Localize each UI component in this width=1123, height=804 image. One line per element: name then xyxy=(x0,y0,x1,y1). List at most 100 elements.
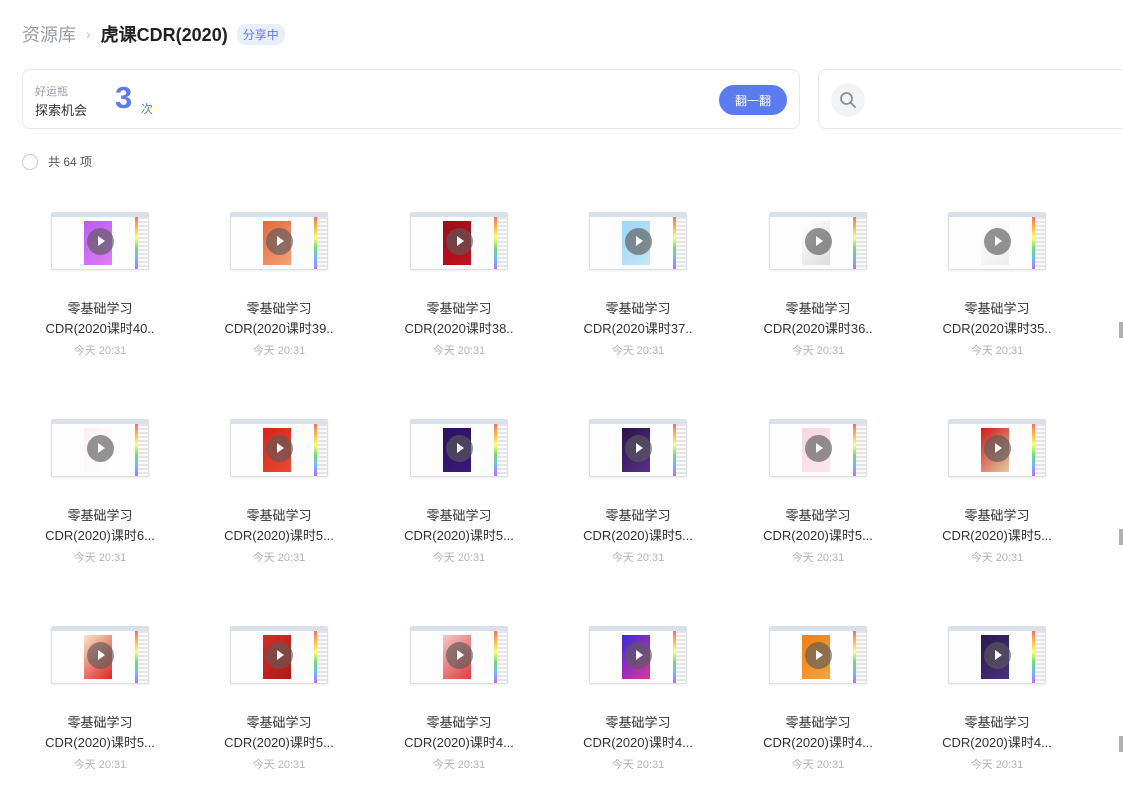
video-file-item[interactable]: 零基础学习 CDR(2020)课时4... 今天 20:31 xyxy=(917,626,1077,775)
video-file-item[interactable]: 零基础学习 CDR(2020课时38.. 今天 20:31 xyxy=(379,212,539,361)
play-icon[interactable] xyxy=(86,641,114,669)
video-thumbnail[interactable] xyxy=(51,626,149,684)
video-thumbnail[interactable] xyxy=(230,626,328,684)
play-icon[interactable] xyxy=(804,434,832,462)
play-icon[interactable] xyxy=(624,227,652,255)
video-file-item[interactable]: 零基础学习 CDR(2020)课时5... 今天 20:31 xyxy=(379,419,539,568)
file-name-line2: CDR(2020)课时5... xyxy=(224,528,334,543)
file-time: 今天 20:31 xyxy=(611,759,665,771)
file-name-line2: CDR(2020课时39.. xyxy=(224,321,334,336)
file-name-line2: CDR(2020)课时6... xyxy=(45,528,155,543)
play-icon[interactable] xyxy=(624,641,652,669)
file-name-line2: CDR(2020)课时5... xyxy=(763,528,873,543)
file-grid: 零基础学习 CDR(2020课时40.. 今天 20:31 零基础学习 CDR(2020… xyxy=(0,0,1123,804)
file-name-line1: 零基础学习 xyxy=(605,301,671,316)
video-file-item[interactable]: 零基础学习 CDR(2020课时36.. 今天 20:31 xyxy=(738,212,898,361)
file-time: 今天 20:31 xyxy=(791,552,845,564)
play-icon[interactable] xyxy=(445,641,473,669)
video-thumbnail[interactable] xyxy=(948,626,1046,684)
play-icon[interactable] xyxy=(445,434,473,462)
file-name-line1: 零基础学习 xyxy=(605,715,671,730)
file-time: 今天 20:31 xyxy=(252,552,306,564)
video-thumbnail[interactable] xyxy=(589,419,687,477)
file-name-line2: CDR(2020)课时5... xyxy=(45,735,155,750)
file-time: 今天 20:31 xyxy=(791,345,845,357)
video-file-item[interactable]: 零基础学习 CDR(2020)课时5... 今天 20:31 xyxy=(199,626,359,775)
video-file-item[interactable]: 零基础学习 CDR(2020课时40.. 今天 20:31 xyxy=(20,212,180,361)
play-icon[interactable] xyxy=(983,227,1011,255)
file-time: 今天 20:31 xyxy=(432,552,486,564)
file-name-line2: CDR(2020)课时4... xyxy=(763,735,873,750)
file-name-line2: CDR(2020课时40.. xyxy=(45,321,155,336)
file-name-line1: 零基础学习 xyxy=(426,301,492,316)
play-icon[interactable] xyxy=(86,434,114,462)
video-thumbnail[interactable] xyxy=(948,212,1046,270)
video-file-item[interactable]: 零基础学习 CDR(2020)课时5... 今天 20:31 xyxy=(558,419,718,568)
file-name-line2: CDR(2020)课时4... xyxy=(583,735,693,750)
file-time: 今天 20:31 xyxy=(611,552,665,564)
file-name-line1: 零基础学习 xyxy=(67,508,133,523)
video-file-item[interactable]: 零基础学习 CDR(2020)课时6... 今天 20:31 xyxy=(20,419,180,568)
file-name-line1: 零基础学习 xyxy=(67,715,133,730)
file-name-line2: CDR(2020课时35.. xyxy=(942,321,1052,336)
video-thumbnail[interactable] xyxy=(410,626,508,684)
video-file-item[interactable]: 零基础学习 CDR(2020课时37.. 今天 20:31 xyxy=(558,212,718,361)
file-time: 今天 20:31 xyxy=(970,552,1024,564)
file-name-line2: CDR(2020)课时5... xyxy=(404,528,514,543)
play-icon[interactable] xyxy=(624,434,652,462)
clipped-item-edge xyxy=(1119,322,1123,338)
play-icon[interactable] xyxy=(265,434,293,462)
play-icon[interactable] xyxy=(86,227,114,255)
play-icon[interactable] xyxy=(265,227,293,255)
video-thumbnail[interactable] xyxy=(51,212,149,270)
video-thumbnail[interactable] xyxy=(769,212,867,270)
video-thumbnail[interactable] xyxy=(948,419,1046,477)
file-name-line2: CDR(2020)课时4... xyxy=(942,735,1052,750)
file-name-line2: CDR(2020课时38.. xyxy=(404,321,514,336)
video-file-item[interactable]: 零基础学习 CDR(2020课时39.. 今天 20:31 xyxy=(199,212,359,361)
video-file-item[interactable]: 零基础学习 CDR(2020)课时4... 今天 20:31 xyxy=(738,626,898,775)
file-name-line1: 零基础学习 xyxy=(785,301,851,316)
play-icon[interactable] xyxy=(983,434,1011,462)
video-file-item[interactable]: 零基础学习 CDR(2020)课时4... 今天 20:31 xyxy=(379,626,539,775)
file-time: 今天 20:31 xyxy=(73,552,127,564)
file-name-line1: 零基础学习 xyxy=(785,715,851,730)
video-thumbnail[interactable] xyxy=(589,212,687,270)
video-thumbnail[interactable] xyxy=(410,212,508,270)
file-name-line1: 零基础学习 xyxy=(246,715,312,730)
file-name-line1: 零基础学习 xyxy=(67,301,133,316)
video-file-item[interactable]: 零基础学习 CDR(2020)课时5... 今天 20:31 xyxy=(738,419,898,568)
file-name-line1: 零基础学习 xyxy=(426,508,492,523)
file-name-line1: 零基础学习 xyxy=(605,508,671,523)
video-thumbnail[interactable] xyxy=(589,626,687,684)
file-time: 今天 20:31 xyxy=(73,345,127,357)
video-thumbnail[interactable] xyxy=(230,212,328,270)
file-time: 今天 20:31 xyxy=(611,345,665,357)
video-file-item[interactable]: 零基础学习 CDR(2020)课时5... 今天 20:31 xyxy=(20,626,180,775)
file-time: 今天 20:31 xyxy=(791,759,845,771)
video-thumbnail[interactable] xyxy=(51,419,149,477)
play-icon[interactable] xyxy=(445,227,473,255)
file-name-line1: 零基础学习 xyxy=(426,715,492,730)
file-name-line2: CDR(2020)课时5... xyxy=(224,735,334,750)
file-name-line1: 零基础学习 xyxy=(785,508,851,523)
video-file-item[interactable]: 零基础学习 CDR(2020)课时5... 今天 20:31 xyxy=(917,419,1077,568)
video-thumbnail[interactable] xyxy=(769,626,867,684)
file-time: 今天 20:31 xyxy=(252,345,306,357)
video-thumbnail[interactable] xyxy=(230,419,328,477)
file-time: 今天 20:31 xyxy=(970,759,1024,771)
play-icon[interactable] xyxy=(804,227,832,255)
play-icon[interactable] xyxy=(983,641,1011,669)
play-icon[interactable] xyxy=(804,641,832,669)
video-thumbnail[interactable] xyxy=(769,419,867,477)
video-file-item[interactable]: 零基础学习 CDR(2020)课时5... 今天 20:31 xyxy=(199,419,359,568)
file-name-line2: CDR(2020)课时5... xyxy=(583,528,693,543)
file-name-line1: 零基础学习 xyxy=(246,508,312,523)
file-time: 今天 20:31 xyxy=(252,759,306,771)
video-file-item[interactable]: 零基础学习 CDR(2020)课时4... 今天 20:31 xyxy=(558,626,718,775)
video-file-item[interactable]: 零基础学习 CDR(2020课时35.. 今天 20:31 xyxy=(917,212,1077,361)
video-thumbnail[interactable] xyxy=(410,419,508,477)
file-time: 今天 20:31 xyxy=(73,759,127,771)
file-name-line1: 零基础学习 xyxy=(246,301,312,316)
play-icon[interactable] xyxy=(265,641,293,669)
